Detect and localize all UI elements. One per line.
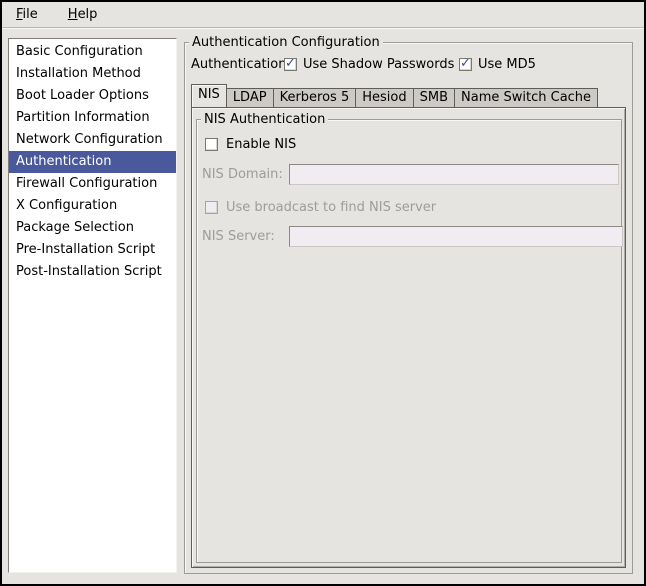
authentication-configuration-frame: Authentication Configuration Authenticat… bbox=[184, 42, 633, 574]
menu-file[interactable]: File bbox=[13, 5, 41, 24]
nis-domain-input bbox=[289, 164, 619, 185]
nis-server-label: NIS Server: bbox=[202, 229, 281, 244]
sidebar-item-installation-method[interactable]: Installation Method bbox=[9, 63, 176, 85]
tab-smb[interactable]: SMB bbox=[413, 88, 455, 107]
checkbox-box bbox=[205, 138, 218, 151]
nis-server-input bbox=[289, 226, 623, 247]
authentication-label: Authentication: bbox=[191, 57, 291, 72]
sidebar-item-pre-installation-script[interactable]: Pre-Installation Script bbox=[9, 239, 176, 261]
sidebar-item-post-installation-script[interactable]: Post-Installation Script bbox=[9, 261, 176, 283]
nis-tab-panel: NIS Authentication Enable NIS NIS Domain… bbox=[191, 107, 626, 568]
frame-title: Authentication Configuration bbox=[189, 34, 383, 51]
nis-authentication-frame: NIS Authentication Enable NIS NIS Domain… bbox=[196, 119, 622, 563]
sidebar-item-network-configuration[interactable]: Network Configuration bbox=[9, 129, 176, 151]
sidebar-item-x-configuration[interactable]: X Configuration bbox=[9, 195, 176, 217]
nis-server-row: NIS Server: bbox=[202, 226, 623, 247]
tab-name-switch-cache[interactable]: Name Switch Cache bbox=[454, 88, 598, 107]
checkbox-box: ✓ bbox=[459, 58, 472, 71]
sidebar-item-package-selection[interactable]: Package Selection bbox=[9, 217, 176, 239]
use-md5-checkbox[interactable]: ✓ Use MD5 bbox=[459, 57, 536, 72]
sidebar-item-partition-information[interactable]: Partition Information bbox=[9, 107, 176, 129]
section-list: Basic Configuration Installation Method … bbox=[8, 38, 177, 573]
checkbox-box: ✓ bbox=[284, 58, 297, 71]
tab-nis[interactable]: NIS bbox=[191, 84, 227, 107]
tab-strip: NIS LDAP Kerberos 5 Hesiod SMB Name Swit… bbox=[191, 85, 597, 107]
menu-help[interactable]: Help bbox=[65, 5, 101, 24]
checkbox-label: Use MD5 bbox=[478, 57, 536, 72]
checkbox-box bbox=[205, 201, 218, 214]
checkmark-icon: ✓ bbox=[460, 56, 471, 71]
use-broadcast-checkbox: Use broadcast to find NIS server bbox=[205, 200, 436, 215]
tab-hesiod[interactable]: Hesiod bbox=[355, 88, 413, 107]
auth-method-notebook: NIS LDAP Kerberos 5 Hesiod SMB Name Swit… bbox=[191, 85, 626, 568]
checkmark-icon: ✓ bbox=[285, 56, 296, 71]
sidebar-item-basic-configuration[interactable]: Basic Configuration bbox=[9, 41, 176, 63]
enable-nis-checkbox[interactable]: Enable NIS bbox=[205, 137, 296, 152]
checkbox-label: Enable NIS bbox=[226, 137, 296, 152]
nis-domain-row: NIS Domain: bbox=[202, 164, 619, 185]
frame-title: NIS Authentication bbox=[201, 111, 328, 128]
tab-kerberos-5[interactable]: Kerberos 5 bbox=[273, 88, 357, 107]
menu-bar: File Help bbox=[2, 2, 644, 28]
tab-ldap[interactable]: LDAP bbox=[226, 88, 274, 107]
sidebar-item-authentication[interactable]: Authentication bbox=[9, 151, 176, 173]
checkbox-label: Use broadcast to find NIS server bbox=[226, 200, 436, 215]
checkbox-label: Use Shadow Passwords bbox=[303, 57, 454, 72]
kickstart-configurator-window: File Help Basic Configuration Installati… bbox=[0, 0, 646, 586]
use-shadow-passwords-checkbox[interactable]: ✓ Use Shadow Passwords bbox=[284, 57, 454, 72]
sidebar-item-boot-loader-options[interactable]: Boot Loader Options bbox=[9, 85, 176, 107]
nis-domain-label: NIS Domain: bbox=[202, 167, 281, 182]
sidebar-item-firewall-configuration[interactable]: Firewall Configuration bbox=[9, 173, 176, 195]
